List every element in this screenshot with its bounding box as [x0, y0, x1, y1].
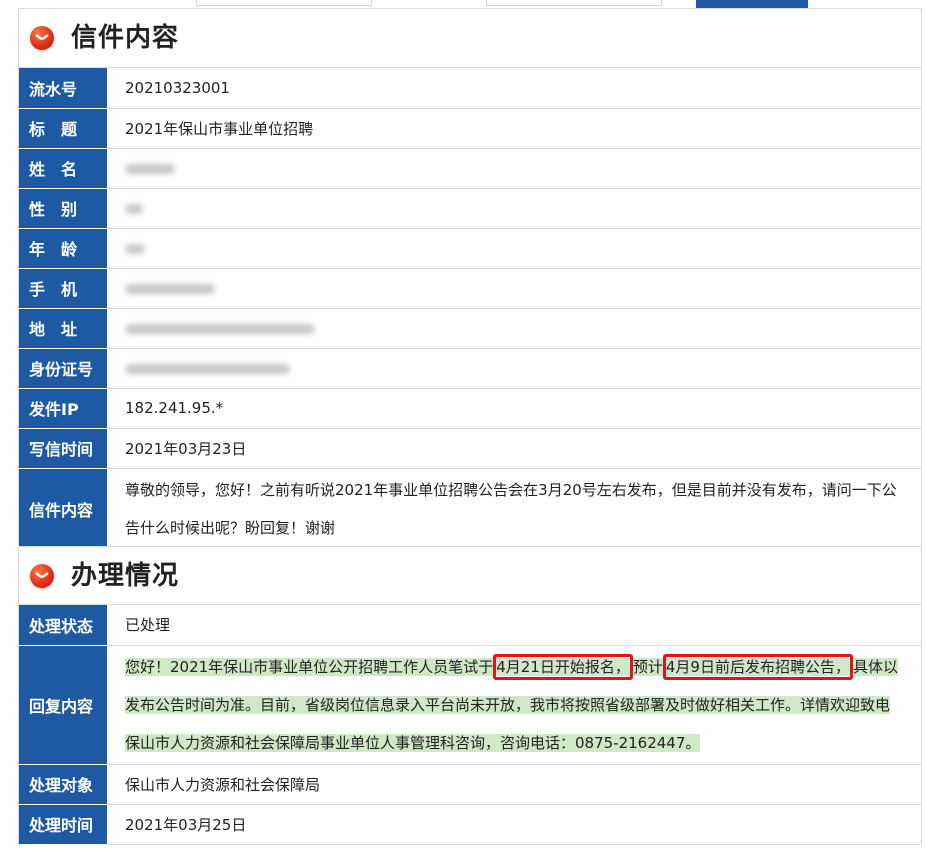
name-value-redacted [107, 148, 921, 189]
filter-input-2[interactable] [486, 0, 662, 6]
row-label: 标 题 [19, 108, 107, 149]
table-row: 地 址 [19, 308, 921, 349]
process-table: 处理状态 已处理 回复内容 您好！2021年保山市事业单位公开招聘工作人员笔试于… [19, 605, 921, 845]
reply-text-2: 预计 [632, 657, 663, 676]
handling-department: 保山市人力资源和社会保障局 [107, 764, 921, 805]
letter-table: 流水号 20210323001 标 题 2021年保山市事业单位招聘 姓 名 性… [19, 68, 921, 550]
row-label: 回复内容 [19, 645, 107, 765]
table-row: 身份证号 [19, 348, 921, 389]
row-label: 地 址 [19, 308, 107, 349]
reply-text-1: 您好！2021年保山市事业单位公开招聘工作人员笔试 [125, 657, 479, 676]
table-row: 标 题 2021年保山市事业单位招聘 [19, 108, 921, 149]
annotation-box-registration: 4月21日开始报名， [493, 653, 633, 680]
sender-ip: 182.241.95.* [107, 388, 921, 429]
row-label: 姓 名 [19, 148, 107, 189]
table-row: 性 别 [19, 188, 921, 229]
status-value: 已处理 [107, 605, 921, 646]
write-time: 2021年03月23日 [107, 428, 921, 469]
table-row: 信件内容 尊敬的领导，您好！之前有听说2021年事业单位招聘公告会在3月20号左… [19, 468, 921, 550]
mail-icon [30, 26, 54, 50]
row-label: 处理对象 [19, 764, 107, 805]
reply-text-lead: 于 [478, 657, 494, 676]
row-label: 年 龄 [19, 228, 107, 269]
process-section-title: 办理情况 [71, 561, 180, 591]
table-row: 发件IP 182.241.95.* [19, 388, 921, 429]
id-number-value-redacted [107, 348, 921, 389]
row-label: 写信时间 [19, 428, 107, 469]
letter-title: 2021年保山市事业单位招聘 [107, 108, 921, 149]
search-button[interactable] [696, 0, 808, 8]
process-panel: 办理情况 处理状态 已处理 回复内容 您好！2021年保山市事业单位公开招聘工作… [18, 546, 922, 845]
row-label: 身份证号 [19, 348, 107, 389]
gender-value-redacted [107, 188, 921, 229]
table-row: 流水号 20210323001 [19, 68, 921, 109]
letter-content-text: 尊敬的领导，您好！之前有听说2021年事业单位招聘公告会在3月20号左右发布，但… [107, 468, 921, 550]
age-value-redacted [107, 228, 921, 269]
table-row: 回复内容 您好！2021年保山市事业单位公开招聘工作人员笔试于 4月21日开始报名… [19, 645, 921, 765]
letter-section-title: 信件内容 [71, 23, 180, 53]
row-label: 性 别 [19, 188, 107, 229]
row-label: 流水号 [19, 68, 107, 109]
table-row: 处理对象 保山市人力资源和社会保障局 [19, 764, 921, 805]
letter-panel: 信件内容 流水号 20210323001 标 题 2021年保山市事业单位招聘 … [18, 8, 922, 550]
row-label: 处理状态 [19, 605, 107, 646]
handling-time: 2021年03月25日 [107, 804, 921, 845]
letter-section-header: 信件内容 [19, 9, 921, 68]
annotation-box-announcement: 4月9日前后发布招聘公告， [662, 653, 853, 680]
mail-icon [30, 564, 54, 588]
reply-content: 您好！2021年保山市事业单位公开招聘工作人员笔试于 4月21日开始报名， 预计 4月… [107, 645, 921, 765]
row-label: 发件IP [19, 388, 107, 429]
table-row: 手 机 [19, 268, 921, 309]
table-row: 姓 名 [19, 148, 921, 189]
table-row: 处理状态 已处理 [19, 605, 921, 646]
table-row: 处理时间 2021年03月25日 [19, 804, 921, 845]
filter-input-1[interactable] [196, 0, 372, 6]
top-filter-bar [0, 0, 926, 8]
row-label: 信件内容 [19, 468, 107, 550]
table-row: 写信时间 2021年03月23日 [19, 428, 921, 469]
table-row: 年 龄 [19, 228, 921, 269]
address-value-redacted [107, 308, 921, 349]
process-section-header: 办理情况 [19, 547, 921, 605]
row-label: 处理时间 [19, 804, 107, 845]
phone-value-redacted [107, 268, 921, 309]
reply-highlight: 您好！2021年保山市事业单位公开招聘工作人员笔试于 4月21日开始报名， 预计 4月… [125, 653, 898, 752]
serial-number: 20210323001 [107, 68, 921, 109]
row-label: 手 机 [19, 268, 107, 309]
